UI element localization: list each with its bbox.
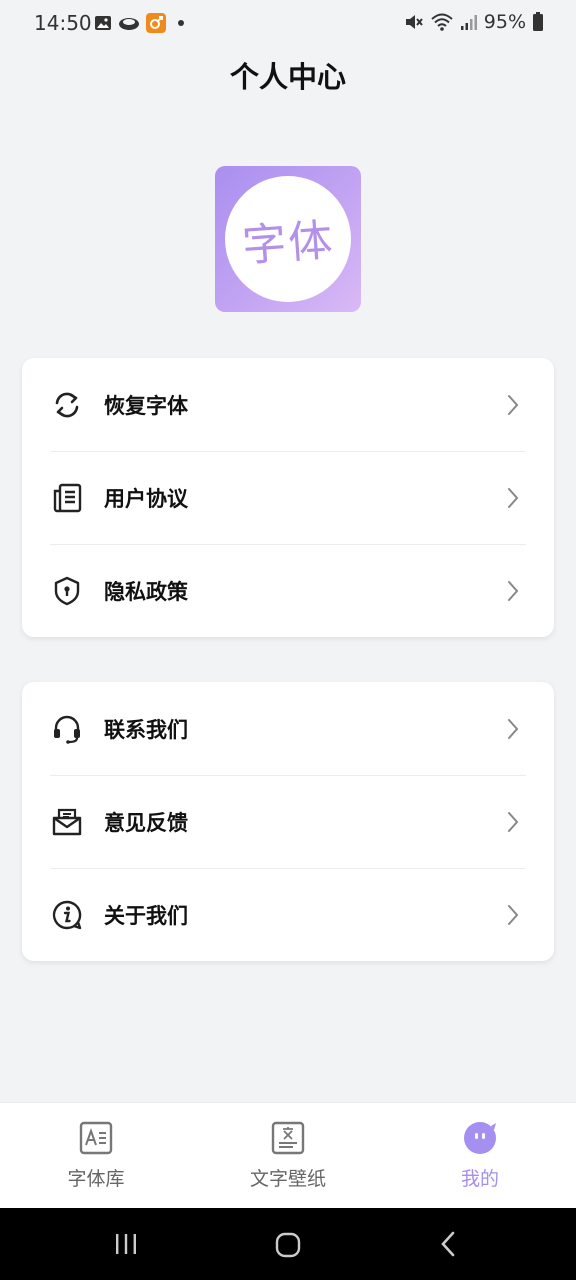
cloud-icon — [119, 18, 139, 30]
headset-icon — [50, 712, 84, 746]
status-notification-icons — [94, 13, 186, 33]
image-icon — [95, 16, 111, 30]
refresh-icon — [50, 388, 84, 422]
font-library-icon — [79, 1121, 113, 1155]
battery-percentage: 95% — [483, 11, 526, 33]
recent-apps-icon[interactable] — [113, 1232, 139, 1256]
menu-item-label: 关于我们 — [104, 903, 188, 928]
menu-item-user-agreement[interactable]: 用户协议 — [22, 451, 554, 544]
bottom-tab-bar: 字体库 文字壁纸 我的 — [0, 1102, 576, 1208]
wifi-icon — [431, 13, 453, 31]
chevron-right-icon — [508, 395, 519, 415]
menu-item-about-us[interactable]: 关于我们 — [22, 868, 554, 961]
menu-item-label: 隐私政策 — [104, 579, 188, 604]
app-logo: 字体 — [215, 166, 361, 312]
home-icon[interactable] — [274, 1231, 302, 1259]
tab-mine[interactable]: 我的 — [384, 1103, 576, 1209]
menu-card-general: 恢复字体 用户协议 隐私政策 — [22, 358, 554, 637]
menu-item-label: 联系我们 — [104, 717, 188, 742]
tab-font-library[interactable]: 字体库 — [0, 1103, 192, 1209]
back-icon[interactable] — [438, 1230, 458, 1258]
chevron-right-icon — [508, 488, 519, 508]
menu-item-contact-us[interactable]: 联系我们 — [22, 682, 554, 775]
chevron-right-icon — [508, 812, 519, 832]
menu-item-label: 意见反馈 — [104, 810, 188, 835]
menu-item-label: 用户协议 — [104, 486, 188, 511]
dot-icon — [178, 20, 184, 26]
mute-icon — [405, 15, 423, 29]
chevron-right-icon — [508, 905, 519, 925]
menu-item-feedback[interactable]: 意见反馈 — [22, 775, 554, 868]
logo-text: 字体 — [240, 214, 336, 273]
tab-text-wallpaper[interactable]: 文字壁纸 — [192, 1103, 384, 1209]
screen: 14:50 95% 个人中心 字体 恢复字体 用户协议 隐私政策 联系我们 意见… — [0, 0, 576, 1280]
profile-icon — [464, 1122, 496, 1154]
wallpaper-icon — [271, 1121, 305, 1155]
info-icon — [50, 898, 84, 932]
menu-item-label: 恢复字体 — [104, 393, 188, 418]
menu-card-support: 联系我们 意见反馈 关于我们 — [22, 682, 554, 961]
menu-item-privacy-policy[interactable]: 隐私政策 — [22, 544, 554, 637]
status-bar: 14:50 95% — [0, 0, 576, 48]
menu-item-restore-font[interactable]: 恢复字体 — [22, 358, 554, 451]
tab-label: 我的 — [460, 1168, 499, 1190]
shield-icon — [50, 574, 84, 608]
page-title: 个人中心 — [229, 60, 346, 94]
system-nav-bar — [0, 1208, 576, 1280]
logo-circle: 字体 — [225, 176, 351, 302]
chevron-right-icon — [508, 581, 519, 601]
tab-label: 文字壁纸 — [249, 1168, 326, 1190]
signal-icon — [460, 15, 477, 30]
battery-icon — [533, 12, 543, 31]
document-icon — [50, 481, 84, 515]
status-system-icons: 95% — [404, 11, 544, 33]
app-badge-icon — [146, 13, 166, 33]
tab-label: 字体库 — [67, 1168, 125, 1190]
status-time: 14:50 — [34, 11, 92, 35]
mail-icon — [50, 805, 84, 839]
chevron-right-icon — [508, 719, 519, 739]
